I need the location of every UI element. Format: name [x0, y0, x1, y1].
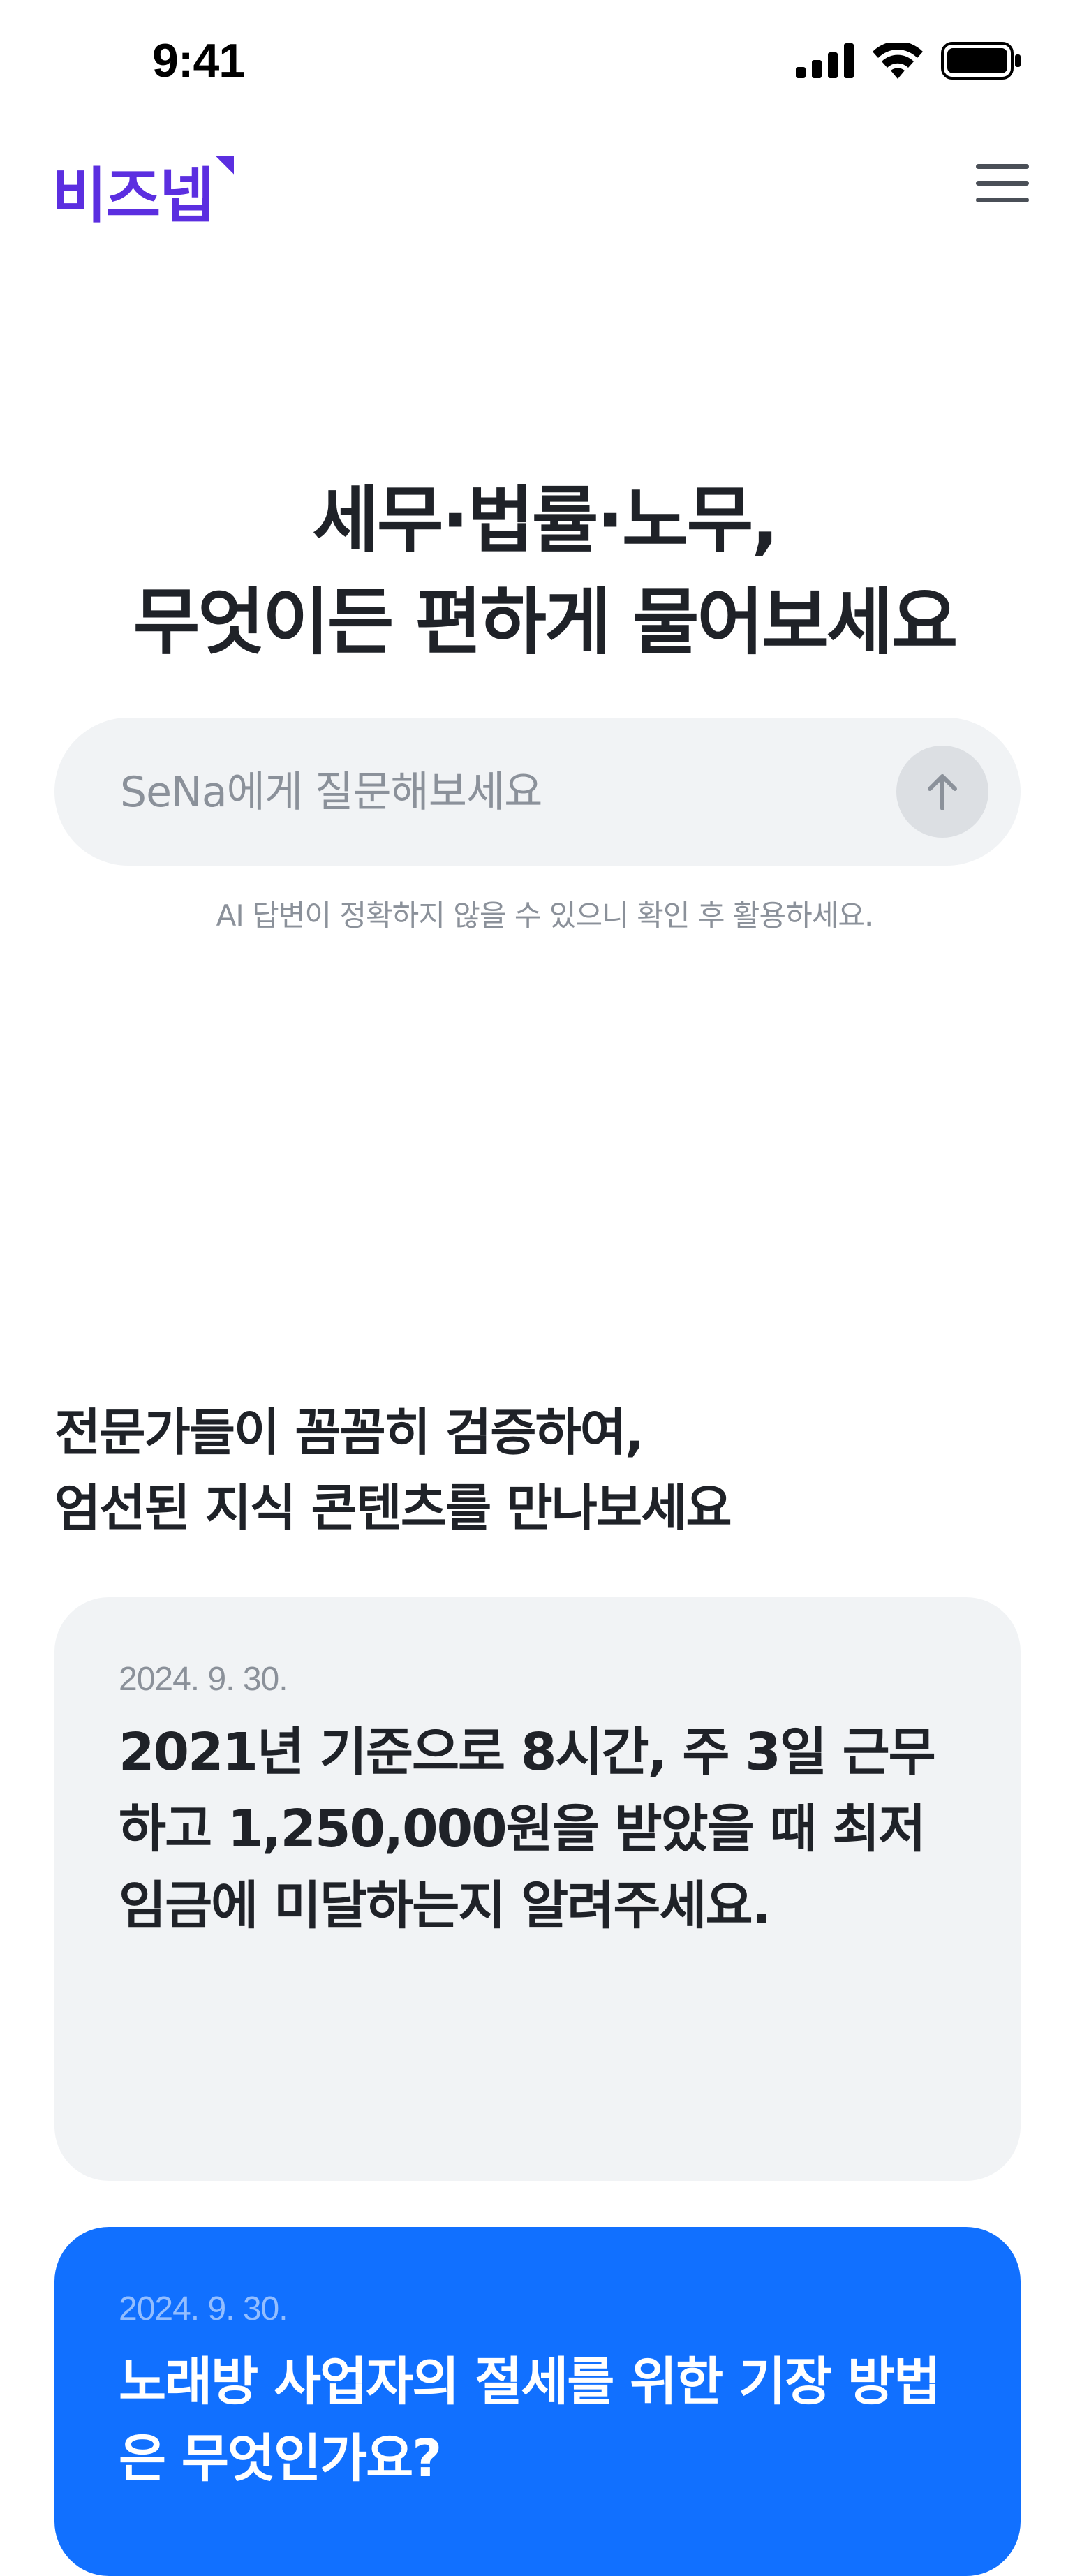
hero-title-line1: 세무·법률·노무, — [312, 478, 779, 563]
question-input[interactable] — [119, 718, 889, 867]
ai-disclaimer: AI 답변이 정확하지 않을 수 있으니 확인 후 활용하세요. — [216, 898, 874, 933]
arrow-up-icon — [928, 774, 957, 810]
hamburger-menu-icon[interactable] — [976, 156, 1029, 209]
send-button[interactable] — [896, 746, 988, 838]
cellular-signal-icon — [796, 43, 854, 78]
logo-mark — [216, 156, 235, 175]
content-card[interactable]: 2024. 9. 30. 2021년 기준으로 8시간, 주 3일 근무하고 1… — [54, 1597, 1021, 2181]
app-header: 비즈넵 — [0, 133, 1089, 231]
status-icons — [796, 42, 1022, 80]
menu-line — [976, 180, 1029, 186]
logo-text: 비즈넵 — [52, 161, 214, 231]
card-title: 노래방 사업자의 절세를 위한 기장 방법은 무엇인가요? — [119, 2352, 941, 2489]
status-bar: 9:41 — [0, 0, 1089, 133]
hero-title: 세무·법률·노무, 무엇이든 편하게 물어보세요 — [0, 469, 1089, 673]
content-card[interactable]: 2024. 9. 30. 노래방 사업자의 절세를 위한 기장 방법은 무엇인가… — [54, 2227, 1021, 2576]
section-title-line1: 전문가들이 꼼꼼히 검증하여, — [54, 1403, 644, 1462]
status-time: 9:41 — [152, 34, 245, 87]
battery-icon — [941, 42, 1021, 80]
section-title-line2: 엄선된 지식 콘텐츠를 만나보세요 — [54, 1479, 732, 1537]
menu-line — [976, 163, 1029, 169]
section-title: 전문가들이 꼼꼼히 검증하여, 엄선된 지식 콘텐츠를 만나보세요 — [54, 1395, 732, 1546]
search-box — [54, 718, 1021, 867]
wifi-icon — [873, 43, 923, 79]
bizneb-logo[interactable]: 비즈넵 — [52, 147, 235, 234]
card-title: 2021년 기준으로 8시간, 주 3일 근무하고 1,250,000원을 받았… — [119, 1722, 936, 1936]
hero-title-line2: 무엇이든 편하게 물어보세요 — [133, 579, 958, 665]
card-date: 2024. 9. 30. — [119, 2290, 288, 2327]
menu-line — [976, 197, 1029, 202]
card-date: 2024. 9. 30. — [119, 1661, 288, 1698]
